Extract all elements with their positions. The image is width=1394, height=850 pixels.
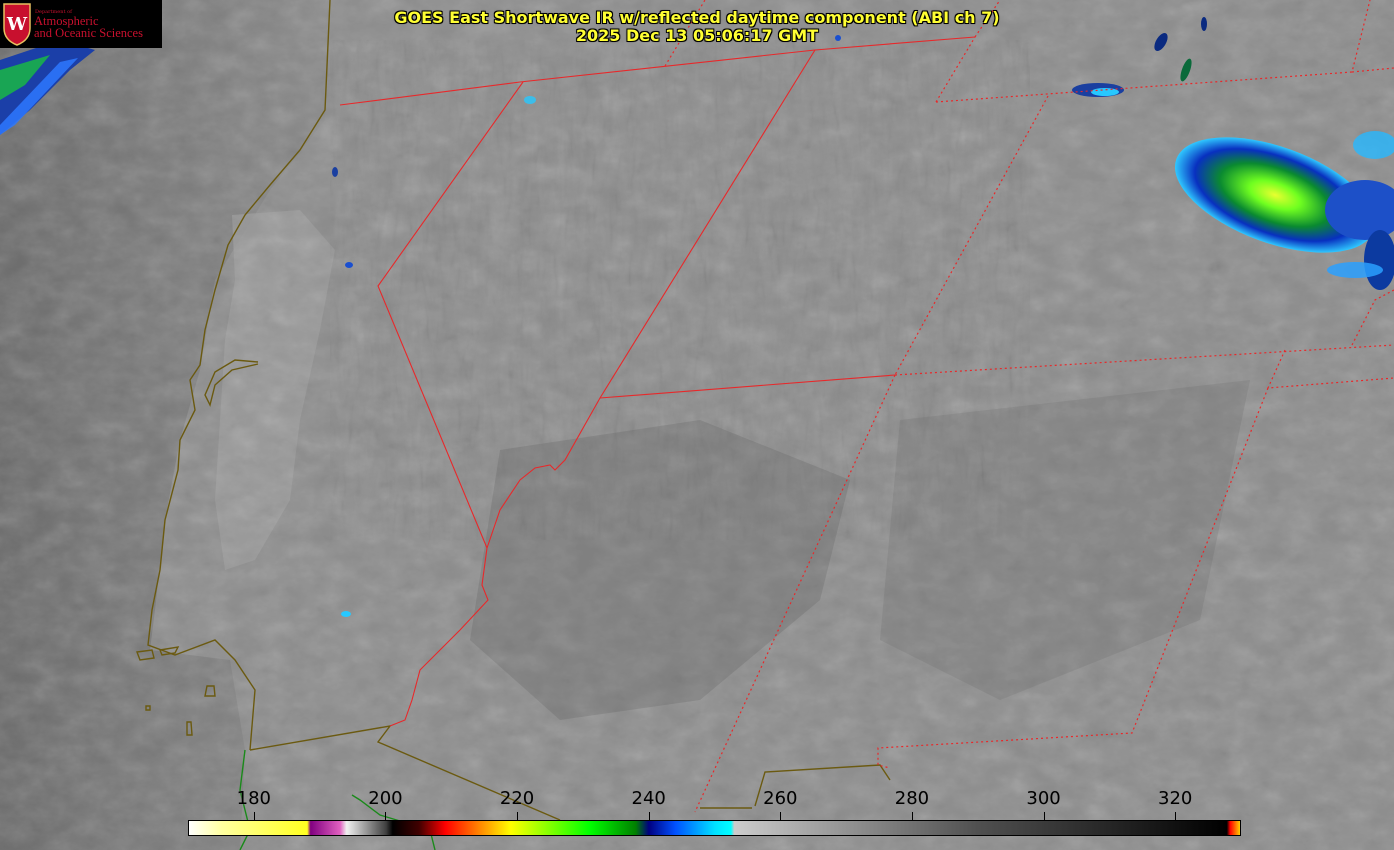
colorbar-tick-mark: [517, 812, 519, 820]
colorbar-tick-label: 240: [631, 788, 666, 809]
satellite-map: [0, 0, 1394, 850]
colorbar-tick-label: 320: [1158, 788, 1193, 809]
colorbar-tick-label: 200: [368, 788, 403, 809]
colorbar-tick-mark: [1043, 812, 1045, 820]
temperature-colorbar: [188, 820, 1241, 836]
colorbar-tick-mark: [780, 812, 782, 820]
colorbar-tick-mark: [1175, 812, 1177, 820]
uw-crest-icon: W: [3, 3, 31, 46]
colorbar-tick-label: 260: [763, 788, 798, 809]
colorbar-tick-mark: [911, 812, 913, 820]
colorbar-tick-mark: [385, 812, 387, 820]
colorbar-tick-label: 300: [1026, 788, 1061, 809]
colorbar-tick-label: 220: [499, 788, 535, 809]
department-logo[interactable]: W Department of Atmospheric and Oceanic …: [0, 0, 162, 48]
logo-line-2: and Oceanic Sciences: [34, 26, 143, 40]
colorbar-tick-label: 180: [236, 788, 271, 809]
crest-letter: W: [6, 14, 28, 35]
colorbar-tick-mark: [253, 812, 255, 820]
colorbar-tick-mark: [648, 812, 650, 820]
satellite-image-viewer: W Department of Atmospheric and Oceanic …: [0, 0, 1394, 850]
colorbar-tick-label: 280: [894, 788, 930, 809]
